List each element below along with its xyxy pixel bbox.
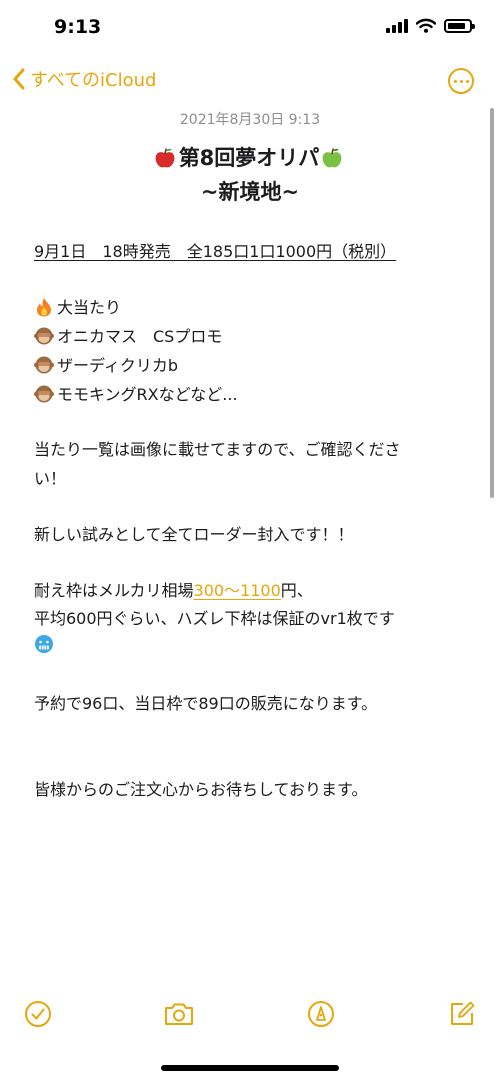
list-notice-line[interactable]: い！ <box>34 465 66 489</box>
closing-line[interactable]: 皆様からのご注文心からお待ちしております。 <box>34 776 367 800</box>
average-line[interactable]: 平均600円ぐらい、ハズレ下枠は保証のvr1枚です <box>34 605 395 629</box>
red-apple-emoji <box>155 148 175 168</box>
reservation-line[interactable]: 予約で96口、当日枠で89口の販売になります。 <box>34 690 377 714</box>
status-icons <box>386 18 475 33</box>
note-title[interactable]: 第8回夢オリパ <box>0 142 500 172</box>
loader-notice-line[interactable]: 新しい試みとして全てローダー封入です！！ <box>34 521 354 545</box>
see-no-evil-monkey-emoji <box>34 327 54 345</box>
see-no-evil-monkey-emoji <box>34 356 54 374</box>
frame-price-line[interactable]: 耐え枠はメルカリ相場300〜1100円、 <box>34 577 313 601</box>
prize-line[interactable]: ザーディクリカb <box>34 352 178 376</box>
ellipsis-circle-icon <box>453 79 469 83</box>
back-label: すべてのiCloud <box>30 70 157 91</box>
price-range-link[interactable]: 300〜1100 <box>194 581 281 600</box>
prize-text: 大当たり <box>57 298 122 317</box>
wifi-icon <box>416 18 436 33</box>
battery-level <box>448 22 465 29</box>
compose-icon <box>451 1001 475 1025</box>
fire-emoji <box>37 298 51 317</box>
note-date: 2021年8月30日 9:13 <box>179 112 321 128</box>
more-options-button[interactable] <box>448 68 474 94</box>
compose-button[interactable] <box>446 998 478 1030</box>
frame-prefix: 耐え枠はメルカリ相場 <box>34 581 194 600</box>
back-button[interactable]: すべてのiCloud <box>12 66 156 92</box>
prize-line[interactable]: モモキングRXなどなど... <box>34 381 238 405</box>
checklist-icon <box>25 1001 51 1027</box>
camera-icon <box>165 1003 193 1025</box>
checklist-button[interactable] <box>22 998 54 1030</box>
prize-line[interactable]: オニカマス CSプロモ <box>34 323 222 347</box>
status-bar: 9:13 <box>0 0 500 56</box>
green-apple-emoji <box>322 148 342 168</box>
cold-face-emoji <box>35 635 53 653</box>
list-notice-line[interactable]: 当たり一覧は画像に載せてますので、ご確認くださ <box>34 436 401 460</box>
battery-icon <box>444 18 475 33</box>
note-subtitle[interactable]: ~新境地~ <box>0 176 500 206</box>
sale-info-line[interactable]: 9月1日 18時発売 全185口1口1000円（税別） <box>34 238 396 262</box>
prize-text: モモキングRXなどなど... <box>57 385 238 404</box>
camera-button[interactable] <box>163 998 195 1030</box>
prize-text: オニカマス CSプロモ <box>57 327 223 346</box>
home-indicator[interactable] <box>161 1065 339 1071</box>
markup-button[interactable] <box>305 998 337 1030</box>
status-time: 9:13 <box>54 16 102 38</box>
navigation-bar: すべてのiCloud <box>0 58 500 106</box>
markup-pen-icon <box>308 1001 334 1027</box>
cellular-signal-icon <box>386 18 408 33</box>
bottom-toolbar <box>0 990 500 1040</box>
prize-text: ザーディクリカb <box>57 356 179 375</box>
chevron-left-icon <box>13 68 25 90</box>
average-emoji-line[interactable] <box>34 634 57 654</box>
prize-line[interactable]: 大当たり <box>34 294 121 318</box>
note-title-text: 第8回夢オリパ <box>178 146 320 170</box>
see-no-evil-monkey-emoji <box>34 385 54 403</box>
frame-suffix: 円、 <box>280 581 313 600</box>
